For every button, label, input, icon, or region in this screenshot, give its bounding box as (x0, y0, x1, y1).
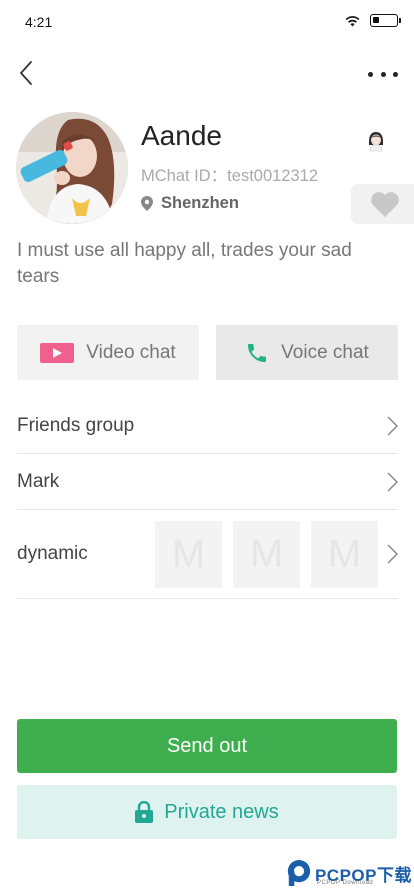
watermark-subtext: PCPOP Download (317, 880, 374, 886)
voice-chat-button[interactable]: Voice chat (216, 325, 398, 380)
lock-icon (135, 801, 154, 823)
battery-icon (370, 14, 401, 27)
voice-chat-label: Voice chat (281, 341, 369, 363)
watermark: PCPOP下载 PCPOP Download (286, 856, 412, 890)
video-chat-label: Video chat (86, 341, 176, 363)
status-bar: 4:21 (0, 0, 414, 44)
ellipsis-icon (380, 71, 386, 77)
back-button[interactable] (14, 58, 38, 88)
chat-buttons: Video chat Voice chat (17, 325, 398, 380)
mark-label: Mark (17, 470, 60, 492)
profile-signature: I must use all happy all, trades your sa… (17, 240, 352, 287)
dynamic-thumbnail[interactable]: M (155, 521, 222, 588)
battery-level (373, 17, 379, 23)
friends-group-label: Friends group (17, 414, 135, 436)
status-icons (345, 14, 401, 27)
video-camera-icon (40, 342, 75, 363)
like-button[interactable] (351, 184, 414, 224)
wifi-icon (345, 15, 360, 26)
profile-name: Aande (141, 120, 222, 151)
private-news-label: Private news (164, 800, 279, 823)
girl-icon (369, 132, 383, 152)
chevron-left-icon (20, 61, 32, 85)
send-out-button[interactable]: Send out (17, 719, 397, 773)
dynamic-thumbnail[interactable]: M (311, 521, 378, 588)
status-time: 4:21 (25, 14, 53, 30)
chevron-right-icon (387, 415, 398, 436)
avatar-photo (16, 112, 128, 224)
profile-menu: Friends group Mark dynamic M M M (17, 398, 398, 599)
phone-icon (248, 343, 267, 362)
profile-header: Aande MChat ID：test0012312 Shenzhen (0, 110, 414, 230)
private-news-button[interactable]: Private news (17, 785, 397, 839)
ellipsis-icon (393, 71, 398, 77)
dynamic-thumbnails: M M M (155, 521, 378, 588)
location-pin-icon (141, 196, 153, 211)
more-button[interactable] (368, 62, 398, 86)
dynamic-row[interactable]: dynamic M M M (17, 510, 398, 599)
avatar[interactable] (16, 112, 128, 224)
location-text: Shenzhen (161, 194, 239, 212)
send-out-label: Send out (166, 734, 248, 757)
heart-icon (371, 192, 399, 217)
dynamic-label: dynamic (17, 543, 88, 564)
mchat-id: MChat ID：test0012312 (141, 167, 319, 185)
dynamic-thumbnail[interactable]: M (233, 521, 300, 588)
chevron-right-icon (387, 471, 398, 492)
location: Shenzhen (141, 194, 239, 213)
nav-bar (0, 52, 414, 96)
ellipsis-icon (368, 71, 373, 77)
mark-row[interactable]: Mark (17, 454, 398, 510)
friends-group-row[interactable]: Friends group (17, 398, 398, 454)
pcpop-logo-icon (287, 860, 311, 886)
video-chat-button[interactable]: Video chat (17, 325, 199, 380)
chevron-right-icon (387, 544, 398, 564)
